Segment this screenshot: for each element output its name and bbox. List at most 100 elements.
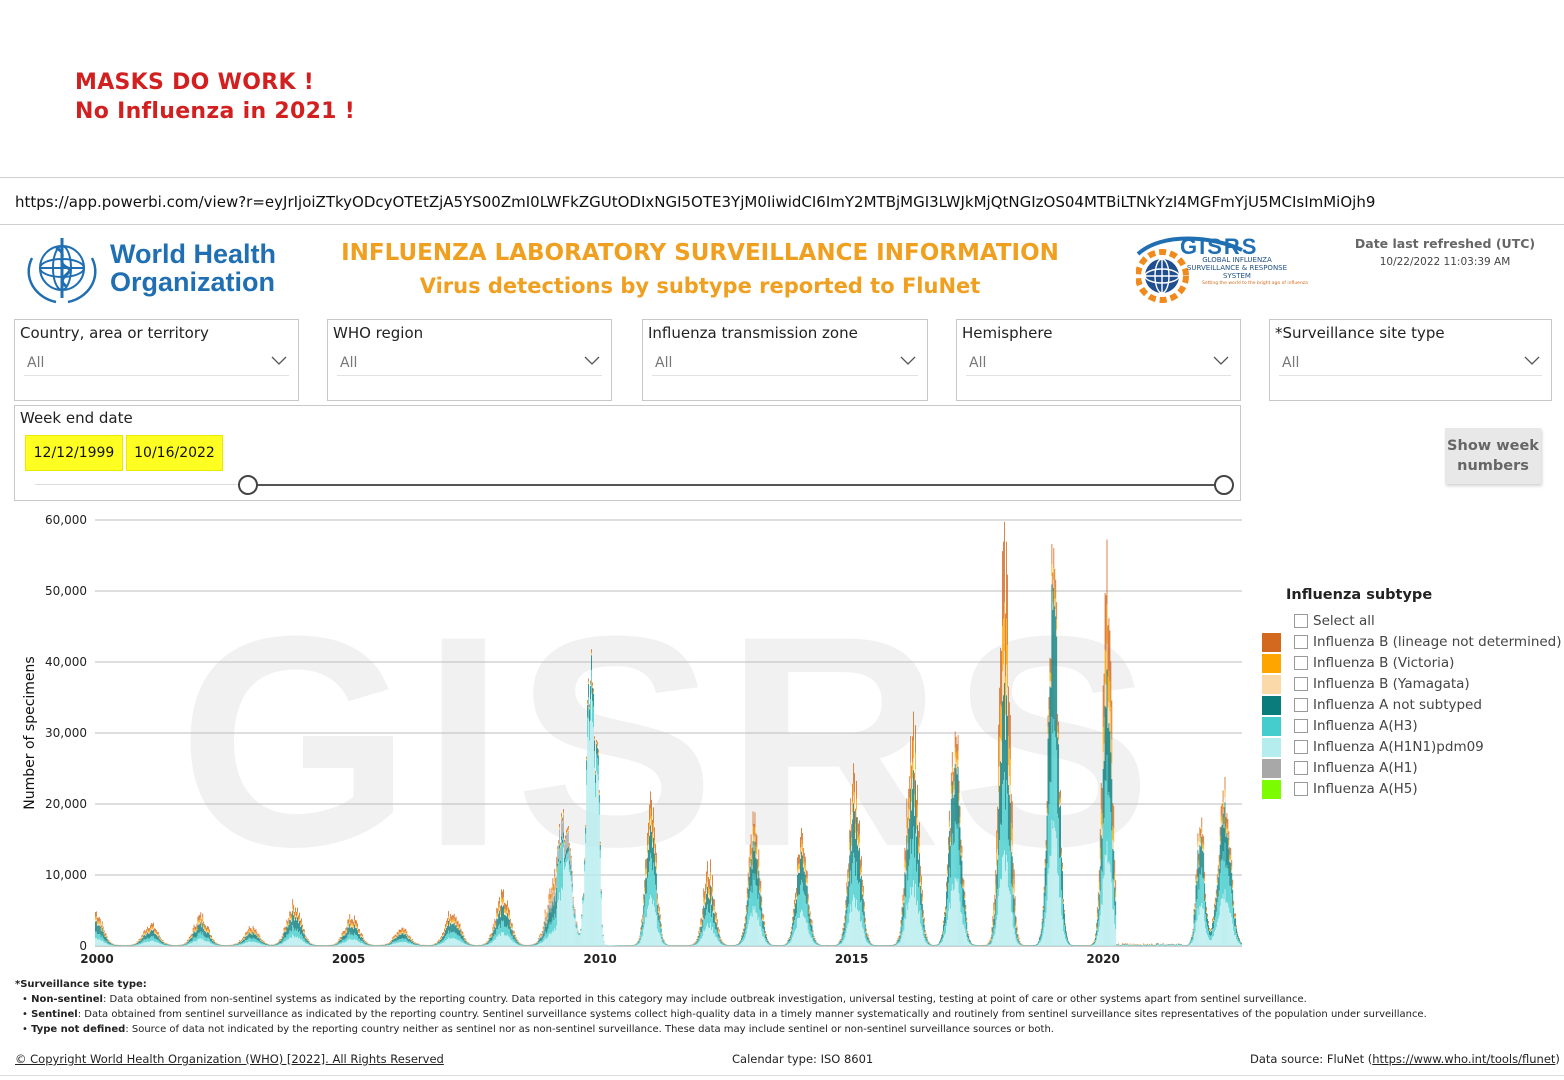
bar-segment[interactable] [647,908,649,946]
bar-segment[interactable] [850,798,852,815]
bar-segment[interactable] [760,892,762,896]
bar-segment[interactable] [718,933,720,935]
bar-segment[interactable] [297,917,298,929]
bar-segment[interactable] [311,944,313,945]
bar-segment[interactable] [389,941,391,942]
bar-segment[interactable] [156,934,158,936]
bar-segment[interactable] [544,930,546,938]
bar-segment[interactable] [261,939,263,941]
bar-segment[interactable] [463,941,465,944]
bar-segment[interactable] [157,942,159,946]
bar-segment[interactable] [442,933,443,935]
bar-segment[interactable] [141,938,143,942]
bar-segment[interactable] [743,927,745,929]
bar-segment[interactable] [558,899,560,946]
bar-segment[interactable] [548,934,550,946]
bar-segment[interactable] [357,923,358,927]
bar-segment[interactable] [401,927,403,931]
bar-segment[interactable] [165,945,167,946]
bar-segment[interactable] [337,942,339,944]
bar-segment[interactable] [565,854,567,863]
bar-segment[interactable] [807,929,809,946]
bar-segment[interactable] [566,831,568,833]
bar-segment[interactable] [741,936,742,938]
bar-segment[interactable] [213,944,215,946]
bar-segment[interactable] [810,921,812,924]
bar-segment[interactable] [742,935,743,939]
bar-segment[interactable] [717,940,719,946]
bar-segment[interactable] [513,930,515,933]
bar-segment[interactable] [298,938,299,946]
bar-segment[interactable] [565,849,567,855]
bar-segment[interactable] [798,917,799,946]
bar-segment[interactable] [574,919,576,946]
bar-segment[interactable] [260,938,262,940]
bar-segment[interactable] [789,937,791,939]
bar-segment[interactable] [498,907,500,912]
bar-segment[interactable] [642,914,644,919]
bar-segment[interactable] [343,942,345,946]
bar-segment[interactable] [703,888,705,898]
bar-segment[interactable] [457,924,459,927]
bar-segment[interactable] [104,943,106,946]
bar-segment[interactable] [764,924,766,926]
bar-segment[interactable] [415,944,416,946]
bar-segment[interactable] [284,926,286,930]
bar-segment[interactable] [206,941,208,946]
bar-segment[interactable] [388,945,389,946]
bar-segment[interactable] [245,934,247,936]
bar-segment[interactable] [594,739,595,741]
bar-segment[interactable] [590,683,591,685]
bar-segment[interactable] [741,937,742,941]
bar-segment[interactable] [166,944,168,946]
bar-segment[interactable] [584,871,586,946]
bar-segment[interactable] [516,939,518,941]
bar-segment[interactable] [287,934,289,940]
bar-segment[interactable] [640,930,642,932]
bar-segment[interactable] [865,932,867,938]
bar-segment[interactable] [594,740,595,751]
bar-segment[interactable] [790,941,792,946]
bar-segment[interactable] [587,703,589,705]
bar-segment[interactable] [96,934,98,940]
bar-segment[interactable] [541,934,543,937]
bar-segment[interactable] [492,932,494,938]
bar-segment[interactable] [585,826,587,827]
bar-segment[interactable] [736,945,737,946]
bar-segment[interactable] [694,944,696,946]
bar-segment[interactable] [152,927,153,930]
bar-segment[interactable] [562,843,563,890]
bar-segment[interactable] [160,944,162,946]
bar-segment[interactable] [246,935,248,940]
bar-segment[interactable] [804,865,806,871]
bar-segment[interactable] [709,879,710,890]
bar-segment[interactable] [859,859,861,870]
bar-segment[interactable] [109,942,111,945]
bar-segment[interactable] [845,910,847,923]
bar-segment[interactable] [862,896,864,900]
bar-segment[interactable] [293,935,295,946]
bar-segment[interactable] [250,932,252,934]
bar-segment[interactable] [567,825,569,829]
bar-segment[interactable] [203,921,205,926]
bar-segment[interactable] [844,919,846,921]
bar-segment[interactable] [239,940,240,942]
bar-segment[interactable] [695,942,697,944]
bar-segment[interactable] [556,887,558,909]
bar-segment[interactable] [359,936,361,938]
bar-segment[interactable] [506,904,507,911]
bar-segment[interactable] [709,913,710,928]
bar-segment[interactable] [440,942,442,944]
bar-segment[interactable] [756,847,758,855]
bar-segment[interactable] [158,936,160,938]
bar-segment[interactable] [291,921,293,932]
bar-segment[interactable] [864,917,866,922]
bar-segment[interactable] [665,945,667,946]
bar-segment[interactable] [503,905,504,921]
bar-segment[interactable] [562,817,563,821]
bar-segment[interactable] [721,942,723,944]
bar-segment[interactable] [697,937,699,939]
bar-segment[interactable] [652,833,653,843]
bar-segment[interactable] [595,774,596,784]
bar-segment[interactable] [708,912,709,928]
